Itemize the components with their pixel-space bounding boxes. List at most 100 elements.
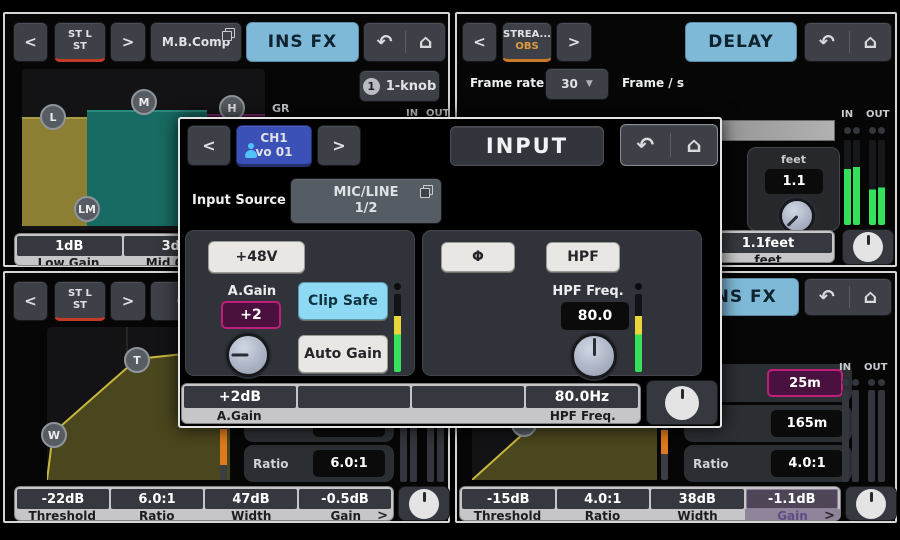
footer-cell-2[interactable]: [298, 386, 410, 408]
hpf-freq-knob[interactable]: [571, 333, 617, 379]
channel-select-button[interactable]: STREA... OBS: [502, 22, 552, 62]
phantom-48v-button[interactable]: +48V: [208, 241, 305, 273]
in-meter-l: [844, 140, 851, 225]
auto-gain-button[interactable]: Auto Gain: [298, 335, 388, 373]
input-source-value2: 1/2: [355, 201, 378, 217]
home-icon[interactable]: ⌂: [864, 288, 878, 307]
frame-rate-label: Frame rate: [470, 76, 544, 90]
footer-knob-button[interactable]: [398, 486, 450, 521]
feet-value[interactable]: 1.1: [765, 169, 823, 194]
channel-select-button[interactable]: CH1 vo 01: [236, 125, 312, 167]
knob-icon: [853, 232, 883, 262]
frame-rate-dropdown[interactable]: 30 ▼: [545, 68, 609, 100]
back-icon[interactable]: ↶: [819, 33, 835, 52]
in-label: IN: [839, 362, 851, 373]
in-meter-r: [852, 390, 859, 482]
footer-knob-button[interactable]: [845, 486, 897, 521]
ratio-row[interactable]: Ratio 4.0:1: [684, 445, 852, 482]
prev-channel-button[interactable]: <: [187, 125, 231, 166]
nav-group: ↶ ⌂: [804, 22, 892, 62]
footer-cell-hpffreq[interactable]: 80.0Hz: [526, 386, 638, 408]
channel-select-button[interactable]: ST L ST: [54, 281, 106, 321]
dialog-title: INPUT: [450, 126, 604, 166]
footer-cell-lowgain[interactable]: 1dB: [17, 236, 122, 256]
footer-cell-feet[interactable]: 1.1feet: [704, 233, 832, 253]
peak-led: [635, 283, 642, 290]
footer-knob-button[interactable]: [646, 380, 718, 425]
out-meter-r: [878, 390, 885, 482]
footer-labels: Threshold Ratio Width Gain >: [15, 509, 393, 521]
prev-channel-button[interactable]: <: [13, 281, 48, 321]
footer-cell-again[interactable]: +2dB: [184, 386, 296, 408]
in-meter-l: [842, 390, 849, 482]
phase-button[interactable]: Φ: [441, 242, 515, 272]
footer-cell-ratio[interactable]: 6.0:1: [111, 489, 203, 509]
one-knob-button[interactable]: 1 1-knob: [359, 70, 440, 102]
preset-button[interactable]: M.B.Comp: [150, 22, 242, 62]
ratio-row-label: Ratio: [693, 457, 728, 471]
prev-channel-button[interactable]: <: [462, 22, 497, 62]
width-knob[interactable]: W: [41, 422, 67, 448]
home-icon[interactable]: ⌂: [419, 33, 433, 52]
chevron-right-icon[interactable]: >: [824, 509, 835, 522]
threshold-knob[interactable]: T: [124, 347, 150, 373]
footer-cell-gain-selected[interactable]: -1.1dB: [746, 489, 839, 509]
hpf-level-meter: [635, 294, 642, 372]
chevron-right-icon[interactable]: >: [377, 509, 388, 522]
next-channel-button[interactable]: >: [317, 125, 361, 166]
page-title-insfx: INS FX: [246, 22, 359, 62]
ratio-row-value: 4.0:1: [771, 450, 843, 477]
nav-group: ↶ ⌂: [620, 124, 718, 166]
next-channel-button[interactable]: >: [110, 281, 146, 321]
lowmid-xover-knob[interactable]: LM: [74, 196, 100, 222]
footer-cell-3[interactable]: [412, 386, 524, 408]
back-icon[interactable]: ↶: [637, 135, 655, 156]
hpf-freq-label: HPF Freq.: [548, 284, 628, 299]
back-icon[interactable]: ↶: [819, 288, 835, 307]
low-band-knob[interactable]: L: [40, 104, 66, 130]
feet-knob[interactable]: [779, 198, 815, 234]
footer-label-width: Width: [650, 509, 745, 521]
again-value[interactable]: +2: [221, 301, 281, 329]
footer-cell-threshold[interactable]: -15dB: [462, 489, 555, 509]
footer-cell-threshold[interactable]: -22dB: [17, 489, 109, 509]
clip-safe-button[interactable]: Clip Safe: [298, 282, 388, 320]
input-source-label: Input Source: [192, 193, 286, 208]
in-meter-r: [853, 140, 860, 225]
dropdown-arrow-icon: ▼: [586, 79, 593, 89]
channel-name2: ST: [73, 41, 87, 53]
next-icon: >: [568, 33, 581, 51]
next-channel-button[interactable]: >: [110, 22, 146, 62]
ratio-row-label: Ratio: [253, 457, 288, 471]
mid-band-knob[interactable]: M: [131, 89, 157, 115]
channel-select-button[interactable]: ST L ST: [54, 22, 106, 62]
divider: [405, 31, 406, 54]
home-icon[interactable]: ⌂: [686, 135, 701, 156]
hpf-freq-value[interactable]: 80.0: [561, 302, 629, 330]
channel-name: ST L: [68, 288, 92, 300]
input-source-button[interactable]: MIC/LINE 1/2: [290, 178, 442, 224]
next-icon: >: [122, 292, 135, 310]
prev-channel-button[interactable]: <: [13, 22, 48, 62]
one-knob-label: 1-knob: [386, 79, 437, 94]
again-level-meter: [394, 294, 401, 372]
knob-icon: [409, 489, 439, 519]
footer-knob-button[interactable]: [842, 229, 894, 265]
footer-cell-width[interactable]: 38dB: [651, 489, 744, 509]
channel-name2: OBS: [515, 41, 538, 53]
ratio-row[interactable]: Ratio 6.0:1: [244, 445, 394, 482]
footer-labels: Threshold Ratio Width Gain >: [460, 509, 840, 521]
peak-led: [852, 379, 859, 386]
footer-cell-ratio[interactable]: 4.0:1: [557, 489, 650, 509]
next-channel-button[interactable]: >: [556, 22, 592, 62]
footer-cell-width[interactable]: 47dB: [205, 489, 297, 509]
again-knob[interactable]: [226, 333, 270, 377]
divider: [849, 286, 850, 308]
back-icon[interactable]: ↶: [377, 33, 393, 52]
channel-person-icon: [245, 147, 256, 158]
channel-name: CH1: [260, 131, 287, 145]
footer-label-3: [411, 408, 526, 423]
footer-cell-gain[interactable]: -0.5dB: [299, 489, 391, 509]
home-icon[interactable]: ⌂: [864, 33, 878, 52]
hpf-button[interactable]: HPF: [546, 242, 620, 272]
